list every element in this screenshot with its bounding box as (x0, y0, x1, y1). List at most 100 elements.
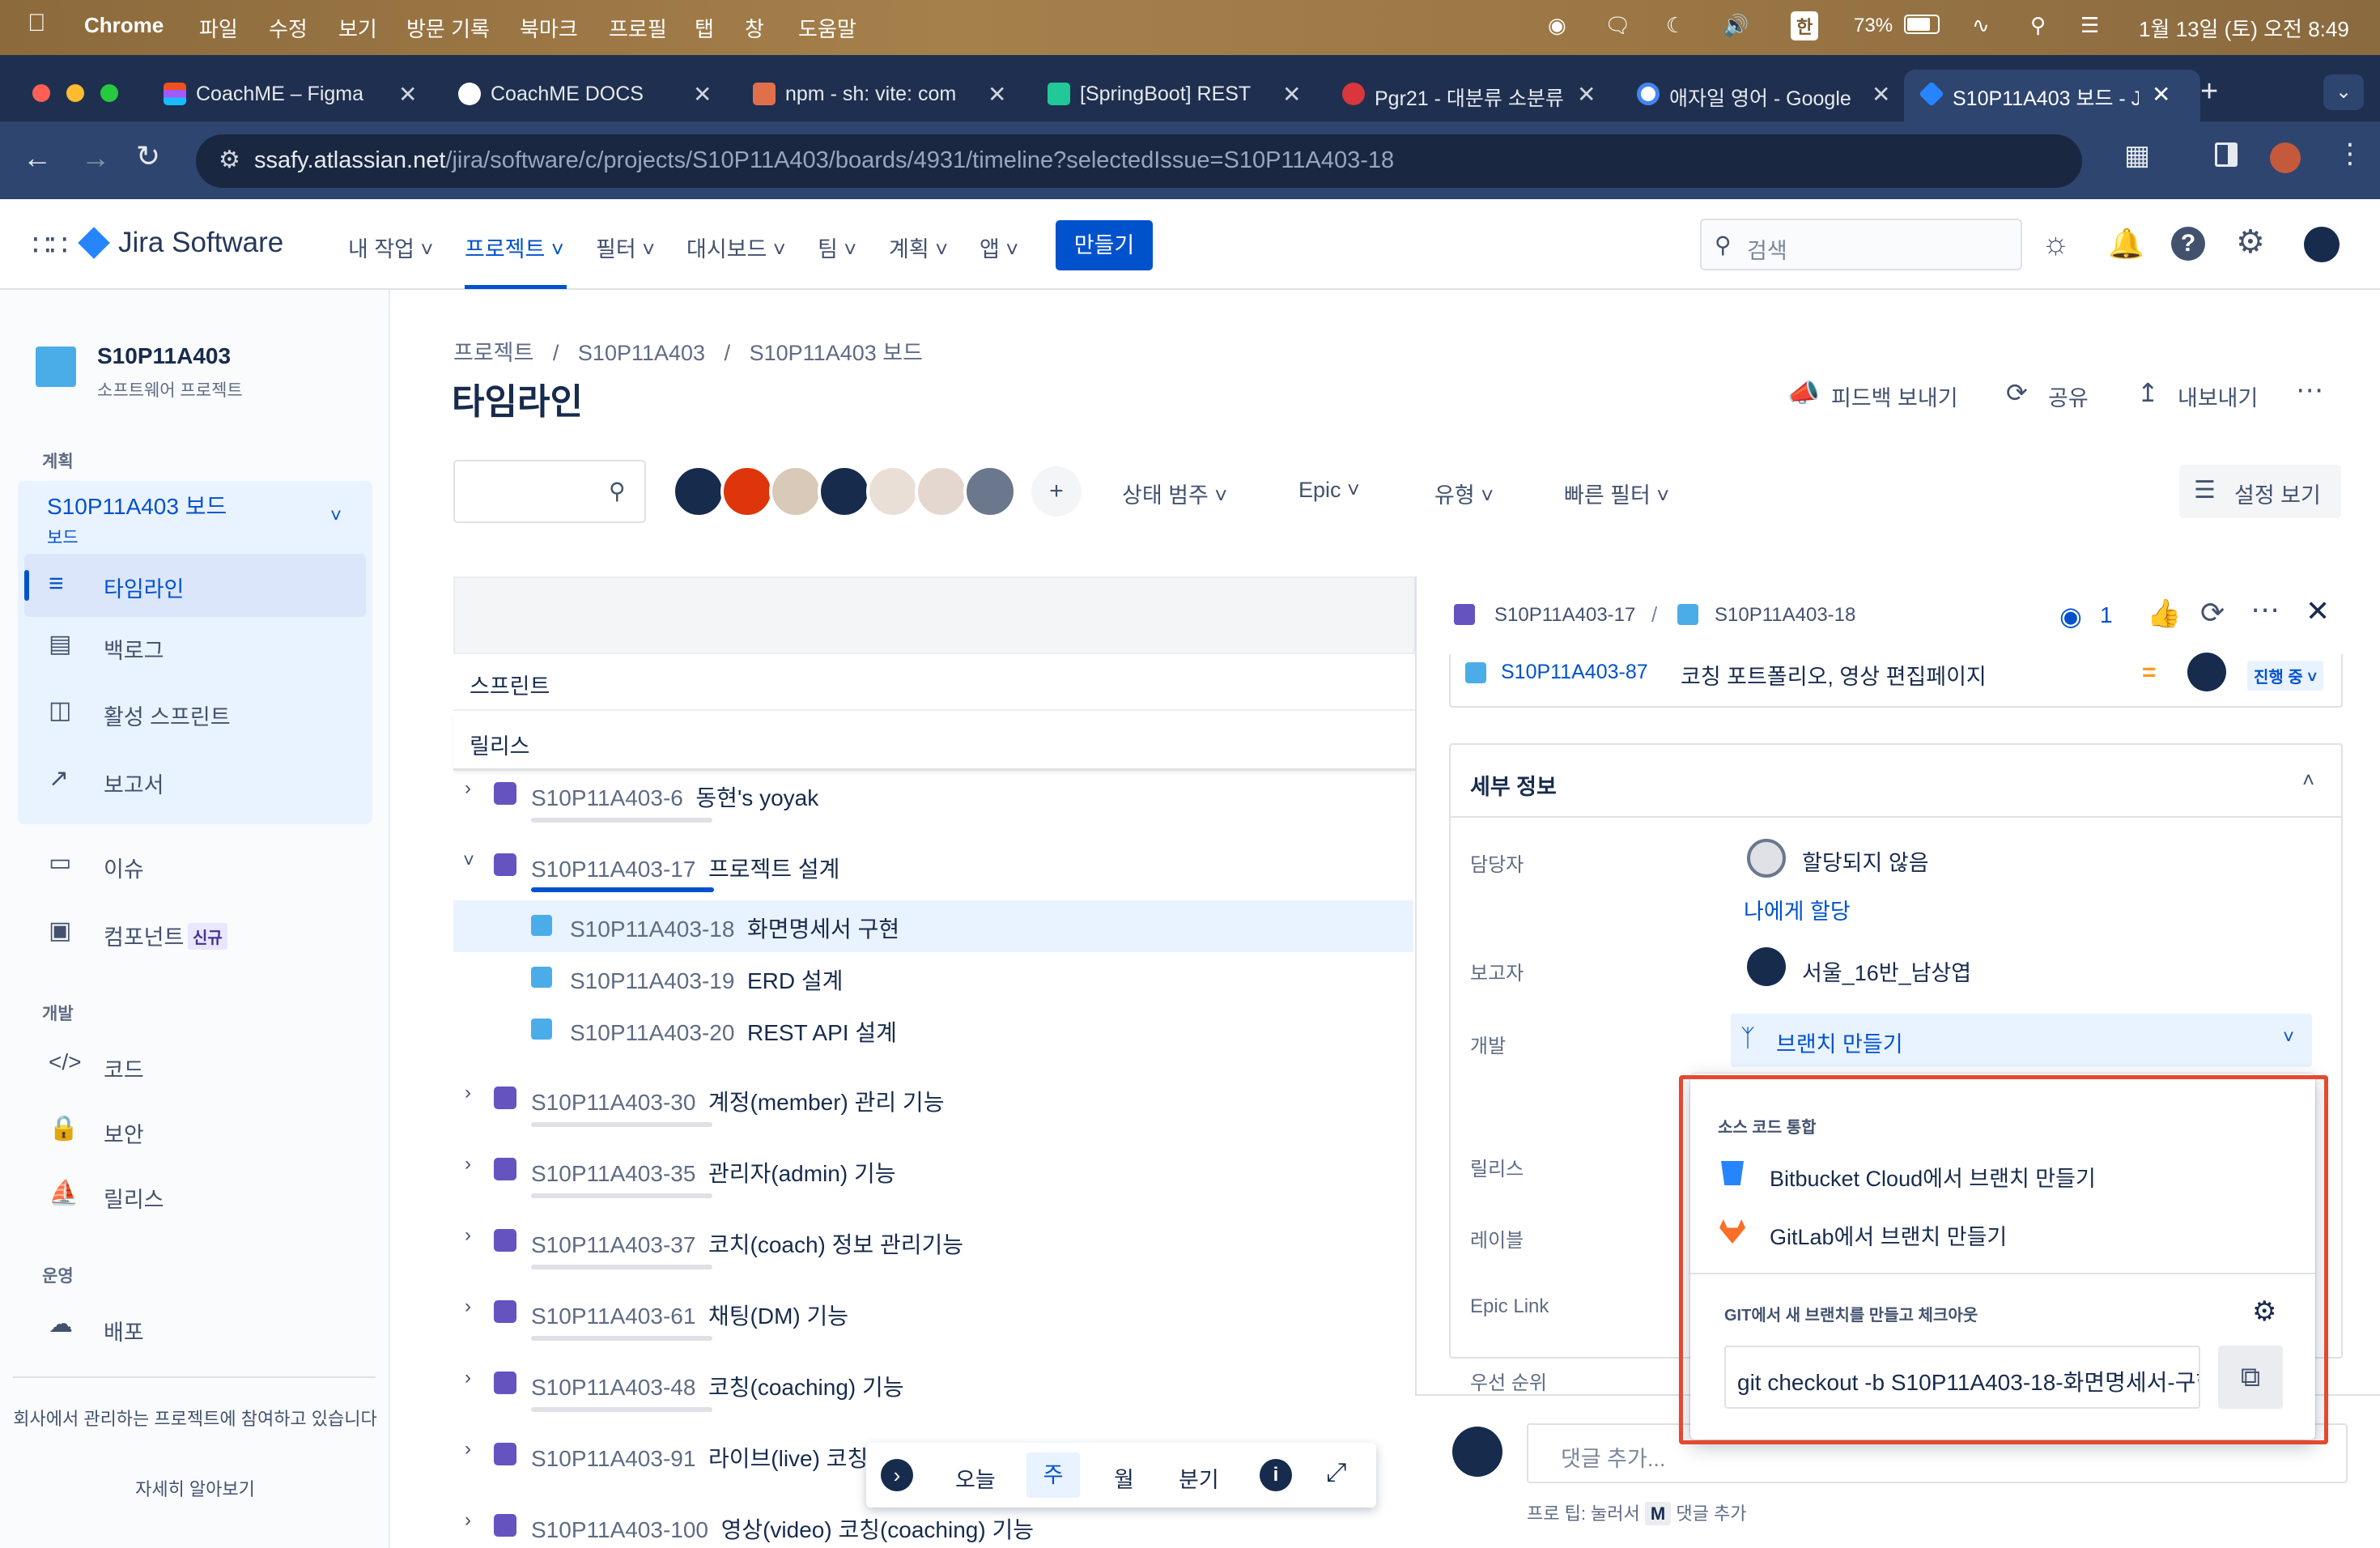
timeline-search-input[interactable]: ⚲ (453, 460, 646, 523)
search-input[interactable]: ⚲ 검색 (1700, 219, 2022, 270)
filter-quick[interactable]: 빠른 필터 ˅ (1564, 478, 1669, 509)
browser-tab[interactable]: CoachME DOCS ✕ (442, 70, 722, 121)
issue-key[interactable]: S10P11A403-91 (531, 1446, 695, 1471)
breadcrumb-item[interactable]: S10P11A403 보드 (750, 341, 923, 365)
reload-icon[interactable]: ↻ (136, 139, 160, 173)
menu-tab[interactable]: 탭 (695, 13, 714, 43)
nav-dashboards[interactable]: 대시보드 ˅ (686, 232, 786, 263)
sidebar-item-issues[interactable]: 이슈 (104, 852, 144, 883)
zoom-today[interactable]: 오늘 (955, 1462, 996, 1494)
issue-key[interactable]: S10P11A403-6 (531, 785, 683, 810)
issue-title[interactable]: 코칭(coaching) 기능 (708, 1375, 904, 1400)
avatar[interactable] (963, 465, 1017, 518)
sidebar-item-code[interactable]: 코드 (104, 1053, 144, 1084)
menu-help[interactable]: 도움말 (798, 13, 856, 43)
chevron-right-icon[interactable]: › (465, 1367, 471, 1389)
side-panel-icon[interactable] (2215, 142, 2238, 167)
issue-title[interactable]: 관리자(admin) 기능 (708, 1161, 896, 1186)
zoom-window-button[interactable] (100, 84, 118, 102)
board-name[interactable]: S10P11A403 보드 (47, 489, 227, 521)
browser-tab[interactable]: npm - sh: vite: com ✕ (737, 70, 1017, 121)
browser-tab[interactable]: [SpringBoot] REST ✕ (1031, 70, 1311, 121)
child-issue-row[interactable]: S10P11A403-87 코칭 포트폴리오, 영상 편집페이지 = 진행 중 … (1449, 653, 2343, 708)
chevron-down-icon[interactable]: ˅ (463, 850, 474, 873)
issue-title[interactable]: 화면명세서 구현 (747, 916, 899, 942)
sidebar-item-components[interactable]: 컴포넌트 (104, 920, 184, 951)
help-icon[interactable]: ? (2171, 227, 2205, 261)
timeline-row[interactable]: › S10P11A403-48 코칭(coaching) 기능 (453, 1360, 1413, 1425)
close-tab-icon[interactable]: ✕ (693, 81, 712, 108)
add-people-icon[interactable]: + (1031, 466, 1082, 517)
settings-gear-icon[interactable]: ⚙ (2236, 223, 2265, 261)
issue-title[interactable]: 코치(coach) 정보 관리기능 (708, 1232, 963, 1257)
battery-icon[interactable] (1904, 15, 1940, 34)
child-issue-key[interactable]: S10P11A403-87 (1501, 661, 1648, 684)
menu-view[interactable]: 보기 (338, 13, 377, 43)
close-tab-icon[interactable]: ✕ (1872, 81, 1890, 108)
browser-tab-active[interactable]: S10P11A403 보드 - J ✕ (1904, 70, 2200, 121)
spotlight-icon[interactable]: ⚲ (2030, 13, 2046, 38)
issue-title[interactable]: ERD 설계 (747, 968, 843, 993)
volume-icon[interactable]: 🔊 (1723, 13, 1749, 38)
close-tab-icon[interactable]: ✕ (398, 81, 417, 108)
timeline-row[interactable]: › S10P11A403-37 코치(coach) 정보 관리기능 (453, 1218, 1413, 1282)
child-issue-title[interactable]: 코칭 포트폴리오, 영상 편집페이지 (1681, 659, 1987, 691)
view-settings-button[interactable]: ☰ 설정 보기 (2179, 465, 2341, 518)
user-avatar[interactable] (2304, 227, 2340, 262)
input-method-badge[interactable]: 한 (1791, 11, 1819, 40)
timeline-row[interactable]: › S10P11A403-30 계정(member) 관리 기능 (453, 1075, 1413, 1140)
zoom-quarter[interactable]: 분기 (1179, 1462, 1219, 1494)
timeline-row[interactable]: › S10P11A403-100 영상(video) 코칭(coaching) … (453, 1503, 1413, 1548)
timeline-row[interactable]: S10P11A403-19 ERD 설계 (453, 952, 1413, 1004)
app-switcher-icon[interactable]: ∷∷ (32, 228, 68, 262)
menu-bookmarks[interactable]: 북마크 (520, 13, 578, 43)
share-icon[interactable]: ⟳ (2200, 596, 2225, 630)
filter-type[interactable]: 유형 ˅ (1434, 478, 1494, 509)
avatar[interactable] (818, 465, 871, 518)
export-button[interactable]: 내보내기 (2178, 381, 2258, 412)
details-header[interactable]: 세부 정보 ˄ (1451, 745, 2341, 818)
browser-tab[interactable]: Pgr21 - 대분류 소분류 ✕ (1326, 70, 1606, 121)
share-button[interactable]: 공유 (2048, 381, 2089, 412)
sidebar-item-deployments[interactable]: 배포 (104, 1315, 144, 1346)
menubar-app-name[interactable]: Chrome (84, 13, 164, 38)
sidebar-item-backlog[interactable]: 백로그 (104, 633, 164, 665)
browser-tab[interactable]: 애자일 영어 - Google ✕ (1621, 70, 1901, 121)
fullscreen-icon[interactable]: ⤢ (1326, 1457, 1347, 1488)
nav-projects[interactable]: 프로젝트 ˅ (465, 232, 564, 263)
issue-key[interactable]: S10P11A403-19 (570, 968, 734, 993)
compass-icon[interactable]: ☼ (2042, 227, 2070, 262)
more-options-icon[interactable]: ⋯ (2296, 374, 2325, 406)
chat-icon[interactable]: 🗨 (1604, 13, 1631, 38)
thumbs-up-icon[interactable]: 👍 (2147, 598, 2181, 630)
assign-to-me-link[interactable]: 나에게 할당 (1744, 894, 1851, 925)
apple-icon[interactable]:  (28, 10, 46, 37)
issue-title[interactable]: 동현's yoyak (695, 785, 818, 810)
chevron-right-icon[interactable]: › (881, 1459, 913, 1491)
menu-kebab-icon[interactable]: ⋮ (2336, 138, 2364, 170)
jira-logo-text[interactable]: Jira Software (118, 227, 283, 259)
issue-key[interactable]: S10P11A403-35 (531, 1161, 695, 1186)
zoom-week[interactable]: 주 (1026, 1452, 1080, 1498)
nav-apps[interactable]: 앱 ˅ (980, 232, 1018, 263)
chevron-right-icon[interactable]: › (465, 1438, 471, 1461)
issue-key[interactable]: S10P11A403-17 (531, 857, 695, 882)
timeline-row[interactable]: ˅ S10P11A403-17 프로젝트 설계 (453, 842, 1413, 907)
info-icon[interactable]: i (1260, 1459, 1292, 1491)
close-panel-icon[interactable]: ✕ (2306, 594, 2330, 628)
close-window-button[interactable] (32, 84, 50, 102)
chevron-up-icon[interactable]: ˄ (2302, 768, 2314, 793)
issue-title[interactable]: 채팅(DM) 기능 (708, 1303, 848, 1329)
filter-status-category[interactable]: 상태 범주 ˅ (1122, 478, 1227, 509)
browser-tab[interactable]: CoachME – Figma ✕ (147, 70, 427, 121)
menu-edit[interactable]: 수정 (269, 13, 308, 43)
issue-title[interactable]: 프로젝트 설계 (708, 857, 839, 882)
menu-window[interactable]: 창 (745, 13, 764, 43)
close-tab-icon[interactable]: ✕ (1282, 81, 1301, 108)
url-text[interactable]: ssafy.atlassian.net/jira/software/c/proj… (254, 147, 1394, 174)
chevron-right-icon[interactable]: › (465, 1153, 471, 1176)
sidebar-item-active-sprints[interactable]: 활성 스프린트 (104, 700, 231, 731)
nav-teams[interactable]: 팀 ˅ (818, 232, 856, 263)
avatar[interactable] (866, 465, 920, 518)
nav-your-work[interactable]: 내 작업 ˅ (348, 232, 433, 263)
